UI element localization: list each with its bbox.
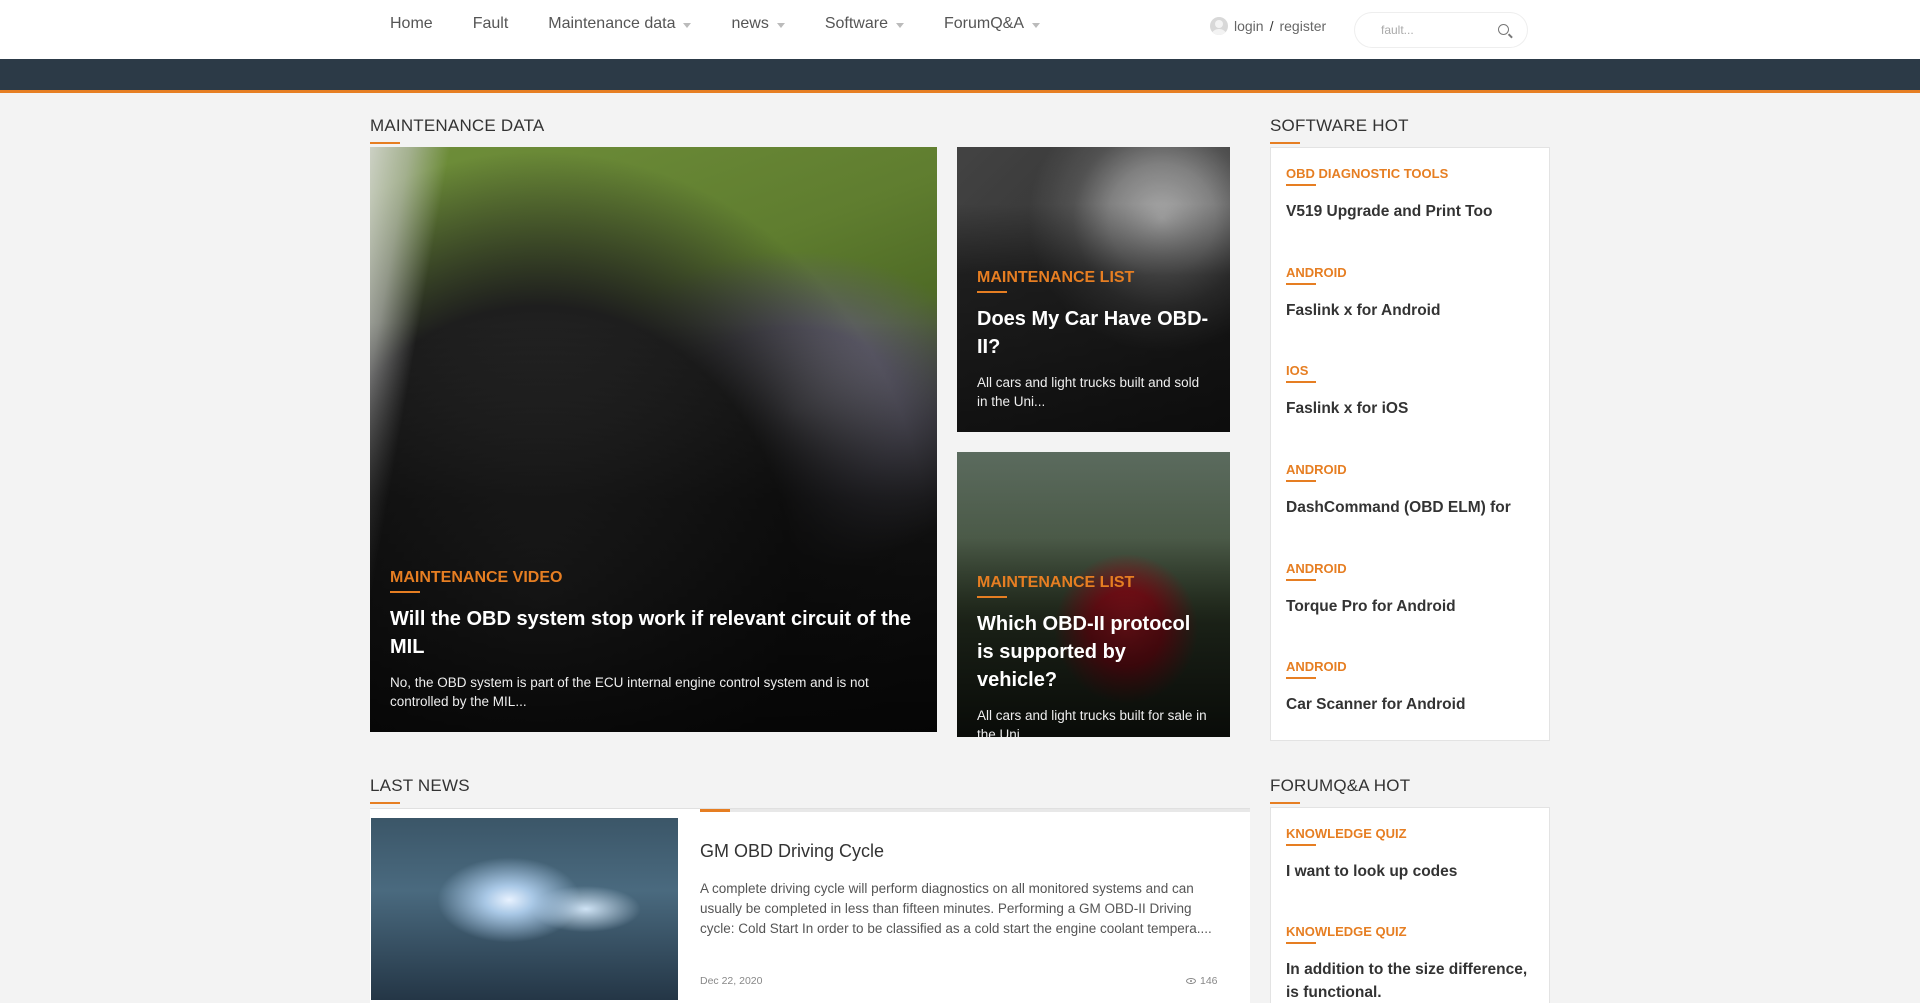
news-title[interactable]: GM OBD Driving Cycle xyxy=(700,841,884,862)
top-navbar: Home Fault Maintenance data news Softwar… xyxy=(0,0,1920,59)
login-separator: / xyxy=(1269,18,1274,34)
nav-news[interactable]: news xyxy=(731,15,785,33)
chevron-down-icon xyxy=(683,22,692,28)
news-list-item[interactable]: GM OBD Driving Cycle A complete driving … xyxy=(370,808,1250,1003)
last-news-title: LAST NEWS xyxy=(370,776,470,804)
software-item-category[interactable]: ANDROID xyxy=(1286,561,1347,581)
software-item-title[interactable]: V519 Upgrade and Print Too xyxy=(1286,200,1534,223)
software-item-title[interactable]: Torque Pro for Android xyxy=(1286,595,1534,618)
software-hot-list: OBD DIAGNOSTIC TOOLS V519 Upgrade and Pr… xyxy=(1270,147,1550,741)
forum-hot-list: KNOWLEDGE QUIZ I want to look up codes K… xyxy=(1270,807,1550,1003)
software-item-category[interactable]: ANDROID xyxy=(1286,462,1347,482)
nav-forum-label: ForumQ&A xyxy=(943,15,1024,32)
featured-title[interactable]: Will the OBD system stop work if relevan… xyxy=(390,605,917,661)
nav-home[interactable]: Home xyxy=(390,15,433,33)
software-item[interactable]: IOS Faslink x for iOS xyxy=(1286,362,1534,420)
card-2-category[interactable]: MAINTENANCE LIST xyxy=(977,574,1134,598)
software-item-title[interactable]: Car Scanner for Android xyxy=(1286,693,1534,716)
software-item[interactable]: ANDROID Car Scanner for Android xyxy=(1286,658,1534,716)
software-item-category[interactable]: ANDROID xyxy=(1286,265,1347,285)
news-thumbnail[interactable] xyxy=(371,818,678,1000)
featured-article-card[interactable]: MAINTENANCE VIDEO Will the OBD system st… xyxy=(370,147,937,732)
chevron-down-icon xyxy=(776,22,785,28)
nav-forum[interactable]: ForumQ&A xyxy=(944,15,1040,33)
forum-item-category[interactable]: KNOWLEDGE QUIZ xyxy=(1286,826,1407,846)
featured-category[interactable]: MAINTENANCE VIDEO xyxy=(390,569,562,593)
software-item[interactable]: ANDROID DashCommand (OBD ELM) for xyxy=(1286,461,1534,519)
card-1-text: MAINTENANCE LIST Does My Car Have OBD-II… xyxy=(977,269,1210,411)
software-item-category[interactable]: ANDROID xyxy=(1286,659,1347,679)
featured-article-text: MAINTENANCE VIDEO Will the OBD system st… xyxy=(390,569,917,711)
news-view-count: 146 xyxy=(1200,975,1218,987)
software-item[interactable]: OBD DIAGNOSTIC TOOLS V519 Upgrade and Pr… xyxy=(1286,165,1534,223)
news-views: 146 xyxy=(1186,975,1218,987)
featured-excerpt: No, the OBD system is part of the ECU in… xyxy=(390,675,869,709)
search-icon[interactable] xyxy=(1498,24,1509,35)
card-1-category[interactable]: MAINTENANCE LIST xyxy=(977,269,1134,293)
nav-fault-label: Fault xyxy=(472,15,509,32)
forum-item[interactable]: KNOWLEDGE QUIZ I want to look up codes xyxy=(1286,825,1534,883)
software-item[interactable]: ANDROID Torque Pro for Android xyxy=(1286,560,1534,618)
user-icon xyxy=(1210,17,1228,35)
forum-hot-title: FORUMQ&A HOT xyxy=(1270,776,1411,804)
nav-news-label: news xyxy=(731,15,769,32)
news-date: Dec 22, 2020 xyxy=(700,975,763,987)
maintenance-card-1[interactable]: MAINTENANCE LIST Does My Car Have OBD-II… xyxy=(957,147,1230,432)
forum-item[interactable]: KNOWLEDGE QUIZ In addition to the size d… xyxy=(1286,923,1534,1003)
eye-icon xyxy=(1186,978,1196,984)
main-nav: Home Fault Maintenance data news Softwar… xyxy=(370,0,1080,48)
login-register: login / register xyxy=(1210,17,1326,35)
register-link[interactable]: register xyxy=(1279,18,1326,34)
forum-item-title[interactable]: In addition to the size difference, is f… xyxy=(1286,958,1534,1003)
nav-software[interactable]: Software xyxy=(825,15,904,33)
nav-maintenance-data[interactable]: Maintenance data xyxy=(548,15,692,33)
software-item-title[interactable]: DashCommand (OBD ELM) for xyxy=(1286,496,1534,519)
maintenance-section-title: MAINTENANCE DATA xyxy=(370,116,545,144)
search-input[interactable] xyxy=(1381,23,1511,37)
nav-fault[interactable]: Fault xyxy=(473,15,509,33)
nav-home-label: Home xyxy=(390,15,433,32)
software-item-category[interactable]: OBD DIAGNOSTIC TOOLS xyxy=(1286,166,1448,186)
news-divider xyxy=(700,809,1250,812)
search-box xyxy=(1355,13,1527,47)
card-1-title[interactable]: Does My Car Have OBD-II? xyxy=(977,305,1210,361)
software-item[interactable]: ANDROID Faslink x for Android xyxy=(1286,264,1534,322)
card-2-text: MAINTENANCE LIST Which OBD-II protocol i… xyxy=(977,574,1210,737)
nav-software-label: Software xyxy=(824,15,888,32)
card-2-title[interactable]: Which OBD-II protocol is supported by ve… xyxy=(977,610,1210,694)
forum-item-category[interactable]: KNOWLEDGE QUIZ xyxy=(1286,924,1407,944)
news-excerpt: A complete driving cycle will perform di… xyxy=(700,881,1212,936)
nav-maintenance-label: Maintenance data xyxy=(548,15,676,32)
software-item-title[interactable]: Faslink x for iOS xyxy=(1286,397,1534,420)
card-1-excerpt: All cars and light trucks built and sold… xyxy=(977,375,1200,409)
software-item-category[interactable]: IOS xyxy=(1286,363,1317,383)
software-hot-title: SOFTWARE HOT xyxy=(1270,116,1409,144)
card-2-excerpt: All cars and light trucks built for sale… xyxy=(977,708,1207,737)
header-banner-bar xyxy=(0,59,1920,93)
login-link[interactable]: login xyxy=(1234,18,1264,34)
chevron-down-icon xyxy=(1031,22,1040,28)
maintenance-card-2[interactable]: MAINTENANCE LIST Which OBD-II protocol i… xyxy=(957,452,1230,737)
software-item-title[interactable]: Faslink x for Android xyxy=(1286,299,1534,322)
chevron-down-icon xyxy=(895,22,904,28)
forum-item-title[interactable]: I want to look up codes xyxy=(1286,860,1534,883)
